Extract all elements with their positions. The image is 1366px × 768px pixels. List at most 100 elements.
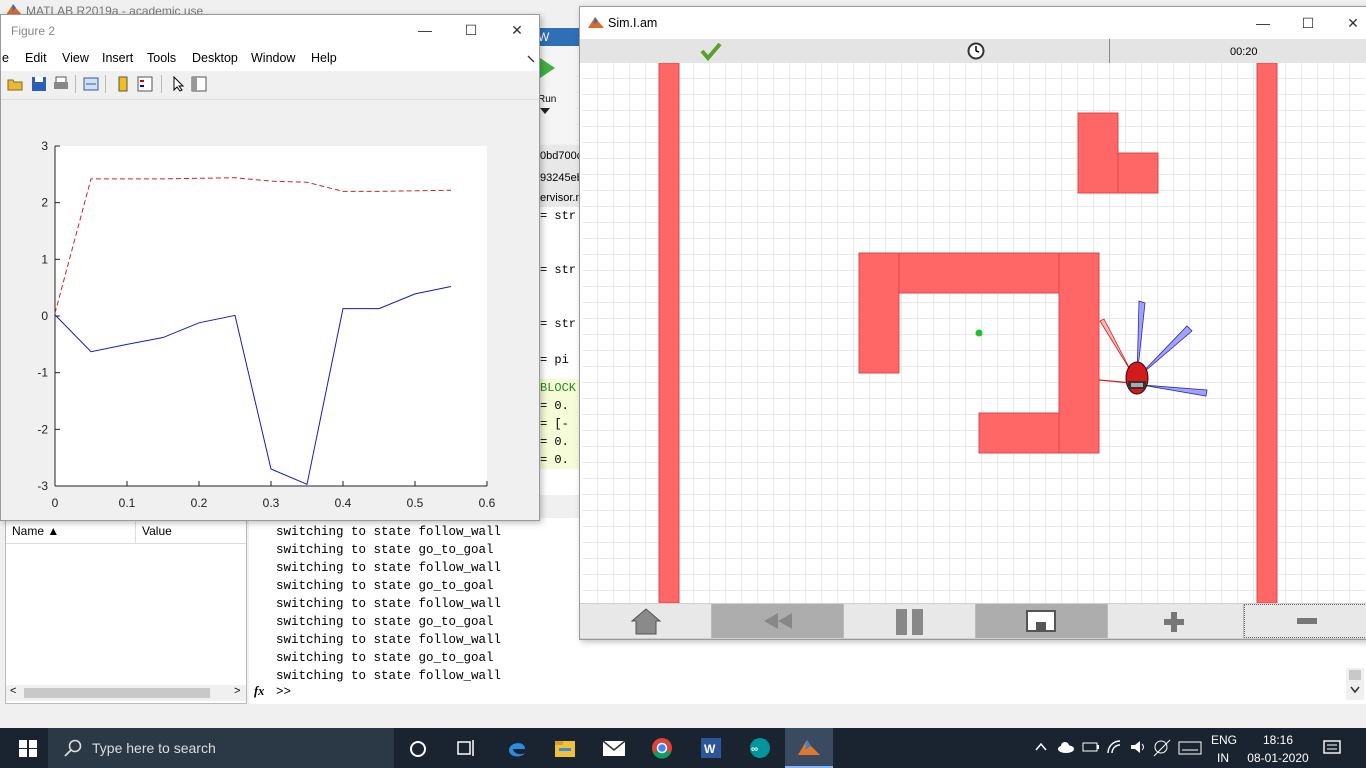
link-plot-icon[interactable] — [83, 76, 99, 92]
file-explorer-icon[interactable] — [554, 738, 576, 758]
editor-line: 0bd700c — [538, 145, 582, 167]
figure-window[interactable]: Figure 2 — ☐ ✕ e Edit View Insert Tools … — [0, 14, 540, 521]
task-view-icon[interactable] — [456, 739, 476, 757]
workspace-col-value[interactable]: Value — [142, 524, 172, 538]
fx-icon[interactable]: fx — [254, 684, 264, 698]
sim-statusbar: 00:20 — [580, 39, 1366, 63]
rewind-button[interactable] — [712, 604, 844, 638]
run-label[interactable]: Run — [538, 94, 556, 105]
sim-window[interactable]: Sim.I.am — ☐ ✕ 00:20 — [579, 6, 1366, 640]
svg-text:∞: ∞ — [751, 744, 758, 755]
open-file-icon[interactable] — [7, 76, 23, 92]
editor-line: = 0. — [538, 433, 582, 451]
sim-world[interactable] — [582, 62, 1365, 604]
pause-icon — [896, 609, 923, 635]
column-divider[interactable] — [135, 519, 136, 543]
workspace-panel[interactable]: Name ▲ Value < > — [5, 518, 247, 704]
command-prompt[interactable]: fx >> — [254, 684, 291, 699]
menu-edit[interactable]: Edit — [25, 51, 47, 65]
x-tick-label: 0.4 — [335, 496, 352, 510]
onedrive-icon[interactable] — [1057, 740, 1075, 754]
y-tick-label: -1 — [37, 366, 48, 380]
run-icon[interactable] — [540, 56, 556, 80]
pause-button[interactable] — [844, 604, 976, 638]
close-button[interactable]: ✕ — [494, 15, 540, 45]
editor-line: = 0. — [538, 451, 582, 469]
prompt-symbol: >> — [275, 685, 291, 699]
language-indicator[interactable]: ENG IN — [1211, 733, 1237, 765]
x-tick-label: 0.5 — [407, 496, 424, 510]
matlab-logo-icon — [588, 17, 604, 28]
menu-insert[interactable]: Insert — [102, 51, 133, 65]
menu-file[interactable]: e — [2, 51, 9, 65]
command-line: switching to state go_to_goal — [276, 543, 494, 557]
menu-window[interactable]: Window — [251, 51, 295, 65]
zoom-out-button[interactable] — [1244, 604, 1366, 638]
menu-view[interactable]: View — [62, 51, 89, 65]
chrome-icon[interactable] — [651, 737, 673, 759]
workspace-hscrollbar[interactable]: < > — [6, 685, 246, 701]
maximize-button[interactable]: ☐ — [448, 15, 494, 45]
command-vscrollbar[interactable] — [1346, 668, 1364, 700]
cortana-icon[interactable] — [409, 740, 427, 758]
pointer-icon[interactable] — [171, 76, 187, 92]
network-warning-icon[interactable] — [1153, 739, 1171, 757]
wifi-icon[interactable] — [1106, 739, 1124, 755]
sim-title: Sim.I.am — [608, 16, 658, 30]
editor-line: = str — [540, 317, 577, 331]
grid — [582, 63, 1365, 603]
y-tick-label: 2 — [41, 196, 48, 210]
menu-desktop[interactable]: Desktop — [192, 51, 238, 65]
editor-panel[interactable]: 0bd700c 93245eb ervisor.m = str = str = … — [537, 145, 582, 495]
clock-icon — [967, 42, 985, 60]
sim-canvas[interactable] — [582, 62, 1365, 604]
save-icon[interactable] — [31, 76, 47, 92]
scroll-right-icon[interactable]: > — [234, 685, 240, 697]
colorbar-icon[interactable] — [115, 76, 131, 92]
menu-tools[interactable]: Tools — [147, 51, 176, 65]
sim-controls — [580, 603, 1366, 639]
run-dropdown-icon[interactable] — [540, 108, 550, 116]
windows-start-icon[interactable] — [19, 740, 37, 757]
word-icon[interactable]: W — [700, 737, 722, 759]
print-icon[interactable] — [53, 76, 69, 92]
search-icon — [64, 739, 82, 757]
toolstrip-tab[interactable]: W — [538, 28, 580, 46]
line-chart[interactable]: 0 0.1 0.2 0.3 0.4 0.5 0.6 3 2 1 0 -1 -2 -3 — [1, 100, 539, 520]
home-button[interactable] — [580, 604, 712, 638]
keyboard-icon[interactable] — [1178, 741, 1202, 755]
command-line: switching to state go_to_goal — [276, 651, 494, 665]
close-button[interactable]: ✕ — [1330, 8, 1366, 38]
x-tick-label: 0.1 — [119, 496, 136, 510]
clock[interactable]: 18:16 08-01-2020 — [1246, 733, 1310, 765]
workspace-col-name[interactable]: Name ▲ — [12, 524, 59, 538]
minimize-button[interactable]: — — [1240, 8, 1286, 38]
battery-icon[interactable] — [1082, 741, 1100, 753]
home-icon — [630, 608, 662, 635]
mail-icon[interactable] — [602, 738, 626, 758]
taskbar-matlab-active[interactable] — [785, 728, 833, 768]
sim-titlebar[interactable]: Sim.I.am — ☐ ✕ — [580, 7, 1366, 39]
follow-button[interactable] — [976, 604, 1108, 638]
editor-line: = str — [540, 263, 577, 277]
notifications-icon[interactable] — [1323, 740, 1341, 756]
maximize-button[interactable]: ☐ — [1285, 8, 1331, 38]
menu-help[interactable]: Help — [311, 51, 337, 65]
legend-icon[interactable] — [137, 76, 153, 92]
taskbar-search[interactable]: Type here to search — [48, 728, 394, 768]
edge-icon[interactable] — [506, 737, 528, 759]
goal-marker — [975, 329, 983, 337]
minus-icon — [1297, 618, 1317, 624]
arduino-icon[interactable]: ∞ — [748, 737, 772, 759]
dock-arrow-icon[interactable] — [527, 55, 535, 63]
tray-expand-icon[interactable] — [1035, 742, 1047, 752]
zoom-in-button[interactable] — [1108, 604, 1244, 638]
scroll-thumb[interactable] — [1349, 670, 1361, 680]
scroll-left-icon[interactable]: < — [10, 685, 16, 697]
scroll-thumb[interactable] — [24, 688, 210, 698]
property-inspector-icon[interactable] — [191, 76, 207, 92]
scroll-down-icon[interactable] — [1350, 686, 1360, 694]
volume-icon[interactable] — [1130, 739, 1148, 755]
minimize-button[interactable]: — — [402, 15, 448, 45]
figure-titlebar[interactable]: Figure 2 — ☐ ✕ — [1, 15, 539, 45]
